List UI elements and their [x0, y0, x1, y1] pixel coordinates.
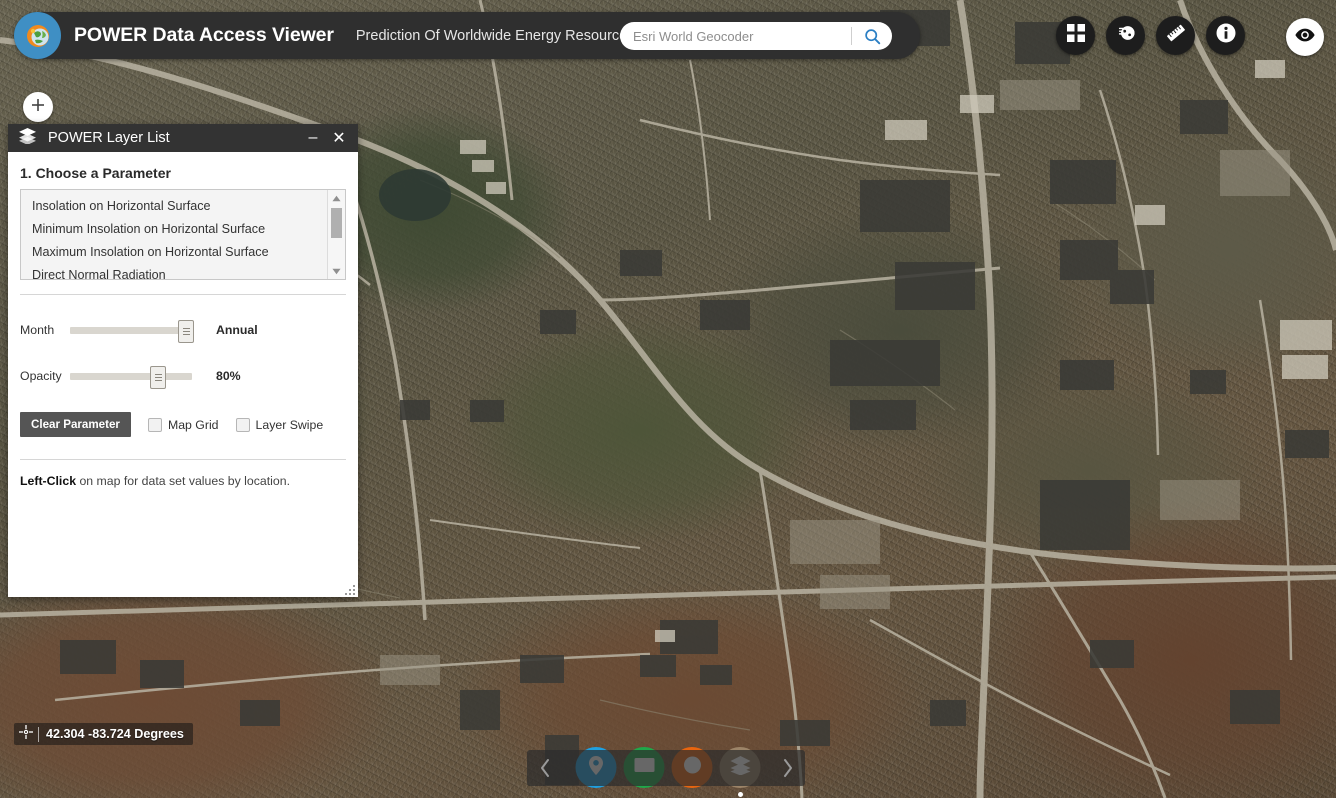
panel-controls-row: Clear Parameter Map Grid Layer Swipe — [8, 412, 358, 437]
search-input[interactable] — [620, 23, 851, 49]
app-subtitle: Prediction Of Worldwide Energy Resource — [355, 27, 628, 44]
scroll-down-arrow-icon[interactable] — [328, 263, 345, 279]
opacity-slider-label: Opacity — [20, 369, 62, 383]
map-grid-checkbox[interactable] — [147, 417, 162, 432]
page-title: POWER Data Access Viewer — [74, 24, 334, 46]
panel-resize-grip[interactable] — [344, 583, 356, 595]
about-info-button[interactable] — [1206, 16, 1245, 55]
ruler-icon — [1165, 22, 1187, 49]
month-slider-value: Annual — [216, 323, 258, 337]
list-item[interactable]: Direct Normal Radiation — [21, 263, 328, 280]
toolbar-next-button[interactable] — [773, 751, 801, 785]
parameter-list-items: Insolation on Horizontal Surface Minimum… — [21, 190, 328, 280]
toolbar-prev-button[interactable] — [531, 751, 559, 785]
parameter-list[interactable]: Insolation on Horizontal Surface Minimum… — [20, 189, 346, 280]
month-slider-row: Month Annual — [8, 317, 358, 343]
month-slider-handle[interactable] — [178, 319, 194, 343]
power-sun-globe-logo-icon — [14, 12, 61, 59]
basemap-gallery-button[interactable] — [1106, 16, 1145, 55]
close-button[interactable]: ✕ — [326, 126, 352, 150]
layers-stack-icon — [18, 127, 37, 149]
list-item[interactable]: Maximum Insolation on Horizontal Surface — [21, 240, 328, 263]
opacity-slider-handle[interactable] — [150, 365, 166, 389]
clear-parameter-button[interactable]: Clear Parameter — [20, 412, 131, 437]
bottom-toolbar — [527, 750, 805, 786]
layer-swipe-checkbox-wrap[interactable]: Layer Swipe — [235, 417, 324, 432]
chevron-right-icon — [783, 759, 792, 777]
measure-button[interactable] — [1156, 16, 1195, 55]
map-grid-checkbox-wrap[interactable]: Map Grid — [147, 417, 219, 432]
map-grid-label: Map Grid — [167, 417, 219, 432]
list-item[interactable]: Minimum Insolation on Horizontal Surface — [21, 217, 328, 240]
scrollbar-thumb[interactable] — [331, 208, 342, 238]
opacity-slider-track[interactable] — [70, 365, 192, 389]
opacity-slider-value: 80% — [216, 369, 241, 383]
plus-icon — [30, 97, 46, 118]
month-slider-label: Month — [20, 323, 55, 337]
section-title-choose-parameter: 1. Choose a Parameter — [20, 165, 171, 181]
hint-rest: on map for data set values by location. — [76, 474, 290, 488]
preview-toggle-button[interactable] — [1286, 18, 1324, 56]
crosshair-icon — [18, 724, 34, 745]
coordinates-text: 42.304 -83.724 Degrees — [46, 727, 184, 741]
hint-bold: Left-Click — [20, 474, 77, 488]
opacity-slider-row: Opacity 80% — [8, 363, 358, 389]
active-tool-indicator-dot — [737, 792, 743, 797]
minimize-button[interactable]: – — [300, 126, 326, 150]
panel-title-bar[interactable]: POWER Layer List – ✕ — [8, 124, 358, 152]
list-item[interactable]: Insolation on Horizontal Surface — [21, 194, 328, 217]
panel-body: 1. Choose a Parameter Insolation on Hori… — [8, 152, 358, 597]
coordinates-widget[interactable]: 42.304 -83.724 Degrees — [14, 723, 193, 745]
hint-text: Left-Click on map for data set values by… — [8, 460, 358, 488]
basemap-globe-icon — [1116, 23, 1138, 48]
chevron-left-icon — [540, 759, 549, 777]
layer-swipe-label: Layer Swipe — [255, 417, 324, 432]
info-icon — [1215, 22, 1237, 49]
power-data-access-viewer-app: POWER Data Access Viewer Prediction Of W… — [0, 0, 1336, 798]
scroll-up-arrow-icon[interactable] — [328, 190, 345, 206]
panel-title: POWER Layer List — [48, 130, 170, 146]
search-icon[interactable] — [852, 22, 892, 50]
add-layer-button[interactable] — [23, 92, 53, 122]
layer-swipe-checkbox[interactable] — [235, 417, 250, 432]
eye-icon — [1294, 27, 1316, 48]
divider — [20, 294, 346, 295]
coordinates-divider — [38, 726, 39, 742]
power-layer-list-panel: POWER Layer List – ✕ 1. Choose a Paramet… — [8, 124, 358, 597]
parameter-list-scrollbar[interactable] — [327, 190, 345, 279]
widget-grid-button[interactable] — [1056, 16, 1095, 55]
search-box[interactable] — [620, 22, 892, 50]
month-slider-track[interactable] — [70, 319, 194, 343]
grid-squares-icon — [1066, 24, 1085, 47]
